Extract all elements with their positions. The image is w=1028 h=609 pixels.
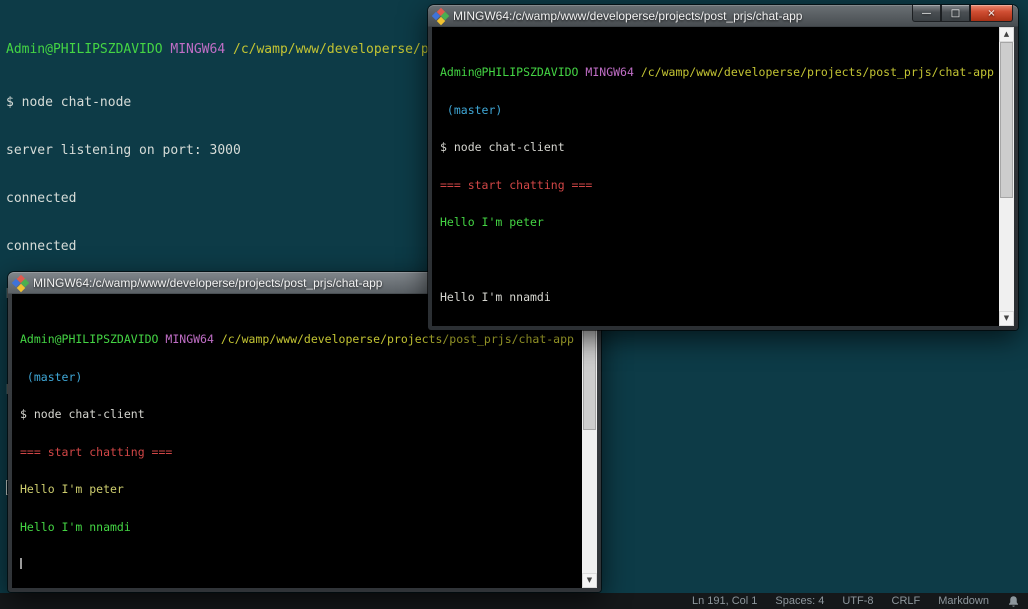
maximize-button[interactable]: □ <box>941 5 970 22</box>
prompt-user: Admin@PHILIPSZDAVIDO <box>440 65 579 79</box>
scrollbar-track[interactable] <box>582 309 597 573</box>
prompt-host: MINGW64 <box>170 42 226 57</box>
scrollbar-track[interactable] <box>999 42 1014 311</box>
prompt-user: Admin@PHILIPSZDAVIDO <box>20 332 159 346</box>
status-indentation[interactable]: Spaces: 4 <box>775 595 824 607</box>
status-bar: Ln 191, Col 1 Spaces: 4 UTF-8 CRLF Markd… <box>0 593 1028 609</box>
prompt-line: Admin@PHILIPSZDAVIDO MINGW64 /c/wamp/www… <box>440 66 994 79</box>
notifications-bell-icon[interactable] <box>1007 595 1020 608</box>
terminal-cursor <box>20 558 22 569</box>
scrollbar[interactable]: ▲ ▼ <box>582 294 597 588</box>
prompt-line: Admin@PHILIPSZDAVIDO MINGW64 /c/wamp/www… <box>20 333 577 346</box>
status-line-col[interactable]: Ln 191, Col 1 <box>692 595 757 607</box>
server-listening-line: server listening on port: 3000 <box>6 143 241 158</box>
message-peter: Hello I'm peter <box>20 482 124 496</box>
server-connected-line: connected <box>6 239 77 254</box>
status-encoding[interactable]: UTF-8 <box>842 595 873 607</box>
scroll-up-icon[interactable]: ▲ <box>999 27 1014 42</box>
status-eol[interactable]: CRLF <box>892 595 921 607</box>
prompt-path: /c/wamp/www/developerse/projects/post_pr… <box>220 332 574 346</box>
window-controls: — □ × <box>912 5 1013 22</box>
terminal-content[interactable]: Admin@PHILIPSZDAVIDO MINGW64 /c/wamp/www… <box>12 294 597 588</box>
prompt-host: MINGW64 <box>165 332 214 346</box>
server-command: $ node chat-node <box>6 95 132 110</box>
client-command: $ node chat-client <box>440 140 565 154</box>
terminal-content[interactable]: Admin@PHILIPSZDAVIDO MINGW64 /c/wamp/www… <box>432 27 1014 326</box>
chat-banner: === start chatting === <box>20 444 173 459</box>
scrollbar-thumb[interactable] <box>1000 42 1013 199</box>
scroll-down-icon[interactable]: ▼ <box>999 311 1014 326</box>
scrollbar[interactable]: ▲ ▼ <box>999 27 1014 326</box>
window-titlebar[interactable]: MINGW64:/c/wamp/www/developerse/projects… <box>431 5 1014 27</box>
git-branch-line: (master) <box>440 102 503 117</box>
status-language[interactable]: Markdown <box>938 595 989 607</box>
minimize-button[interactable]: — <box>912 5 941 22</box>
message-nnamdi: Hello I'm nnamdi <box>20 519 131 534</box>
close-button[interactable]: × <box>970 5 1013 22</box>
scroll-down-icon[interactable]: ▼ <box>582 573 597 588</box>
mingw-app-icon <box>11 274 30 292</box>
prompt-host: MINGW64 <box>585 65 634 79</box>
cursor-line <box>20 558 577 571</box>
message-peter: Hello I'm peter <box>440 215 544 229</box>
server-prompt-line: Admin@PHILIPSZDAVIDO MINGW64 /c/wamp/www… <box>6 42 437 58</box>
chat-banner: === start chatting === <box>440 177 593 192</box>
window-title: MINGW64:/c/wamp/www/developerse/projects… <box>453 9 803 23</box>
mingw-app-icon <box>431 7 450 25</box>
git-branch-line: (master) <box>20 369 83 384</box>
server-connected-line: connected <box>6 191 77 206</box>
message-nnamdi: Hello I'm nnamdi <box>440 290 551 304</box>
chat-client-window-nnamdi[interactable]: MINGW64:/c/wamp/www/developerse/projects… <box>428 5 1018 330</box>
prompt-user: Admin@PHILIPSZDAVIDO <box>6 42 163 57</box>
client-command: $ node chat-client <box>20 407 145 421</box>
prompt-path: /c/wamp/www/developerse/pr <box>233 42 437 57</box>
prompt-path: /c/wamp/www/developerse/projects/post_pr… <box>640 65 994 79</box>
